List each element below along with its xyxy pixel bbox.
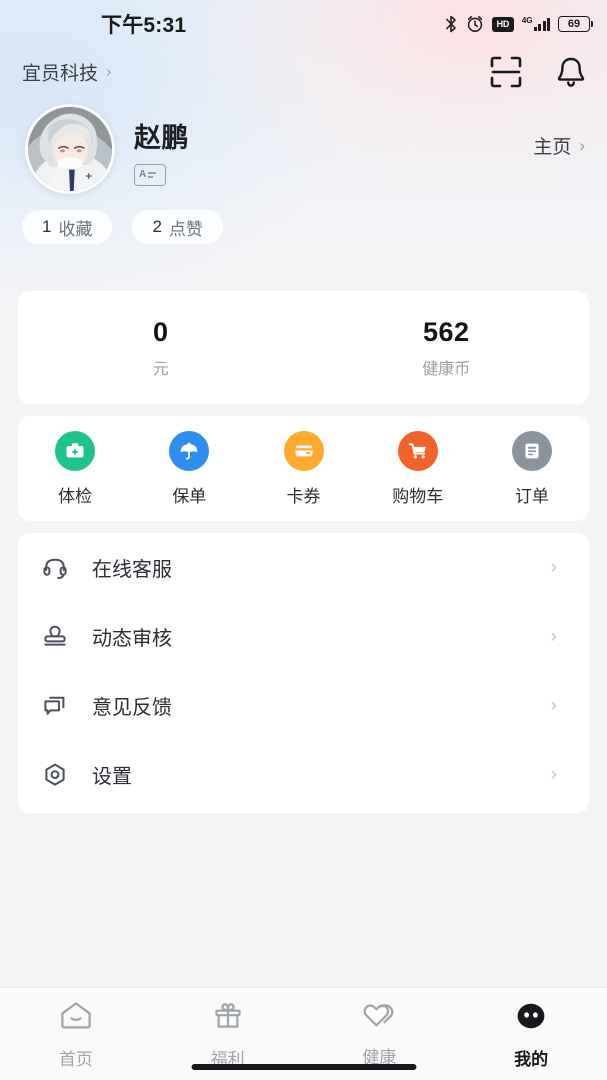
status-icons-group: HD 4G 69 xyxy=(444,15,593,33)
menu-item-label: 设置 xyxy=(92,766,132,788)
status-time: 下午5:31 xyxy=(101,14,187,37)
network-type-label: 4G xyxy=(521,16,533,25)
id-badge-lines xyxy=(148,172,157,178)
quick-action-coupons[interactable]: 卡券 xyxy=(246,430,360,507)
chip-likes[interactable]: 2 点赞 xyxy=(132,210,223,244)
chevron-right-icon: › xyxy=(579,136,585,155)
menu-item-feedback[interactable]: 意见反馈 › xyxy=(40,671,567,740)
order-document-icon xyxy=(511,430,552,471)
double-heart-icon xyxy=(362,1000,396,1035)
tab-label: 首页 xyxy=(58,1050,93,1069)
battery-level-label: 69 xyxy=(567,17,581,30)
quick-action-label: 保单 xyxy=(172,486,207,506)
menu-item-dynamic-review[interactable]: 动态审核 › xyxy=(40,602,567,671)
profile-face-icon xyxy=(515,1000,547,1037)
tab-label: 我的 xyxy=(514,1050,549,1069)
chevron-right-icon: › xyxy=(106,63,112,80)
quick-action-label: 体检 xyxy=(58,486,93,506)
nav-actions xyxy=(489,55,587,89)
menu-item-label: 动态审核 xyxy=(92,628,172,650)
balance-label: 元 xyxy=(152,360,169,378)
balance-value: 0 xyxy=(152,316,169,347)
menu-item-label: 意见反馈 xyxy=(92,697,172,719)
stamp-icon xyxy=(40,624,70,650)
balance-value: 562 xyxy=(422,316,470,347)
alarm-icon xyxy=(466,15,484,33)
gift-icon xyxy=(212,1000,244,1037)
medical-kit-icon xyxy=(55,430,96,471)
chevron-right-icon: › xyxy=(550,626,557,647)
status-bar: 下午5:31 HD 4G 69 xyxy=(0,0,607,48)
menu-list-card: 在线客服 › 动态审核 › 意见反馈 › 设置 › xyxy=(18,533,589,813)
user-name: 赵鹏 xyxy=(134,123,189,153)
quick-action-physical-exam[interactable]: 体检 xyxy=(18,430,132,507)
settings-hexagon-icon xyxy=(40,762,70,788)
top-nav-bar: 宜员科技 › xyxy=(0,48,607,96)
feedback-message-icon xyxy=(40,693,70,719)
menu-item-settings[interactable]: 设置 › xyxy=(40,740,567,809)
bluetooth-icon xyxy=(444,15,458,33)
chevron-right-icon: › xyxy=(550,764,557,785)
shopping-cart-icon xyxy=(397,430,438,471)
home-icon xyxy=(59,1000,93,1037)
signal-icon: 4G xyxy=(522,17,550,31)
chip-count: 2 xyxy=(152,217,162,236)
tab-home[interactable]: 首页 xyxy=(0,988,152,1080)
brand-label: 宜员科技 xyxy=(22,63,99,85)
balance-item-money[interactable]: 0 元 xyxy=(18,291,304,404)
quick-actions-card: 体检 保单 卡券 购物车 订单 xyxy=(18,416,589,521)
quick-action-policy[interactable]: 保单 xyxy=(132,430,246,507)
id-card-badge-icon[interactable]: A xyxy=(134,164,166,186)
menu-item-online-service[interactable]: 在线客服 › xyxy=(40,533,567,602)
bell-icon[interactable] xyxy=(555,55,587,89)
chevron-right-icon: › xyxy=(550,695,557,716)
homepage-link[interactable]: 主页 › xyxy=(533,132,585,159)
avatar-artwork xyxy=(28,107,112,191)
balance-label: 健康币 xyxy=(422,360,471,378)
id-badge-letter: A xyxy=(139,169,147,180)
chip-count: 1 xyxy=(42,217,52,236)
chip-label: 收藏 xyxy=(58,219,93,239)
chip-label: 点赞 xyxy=(168,219,203,239)
signal-bars xyxy=(533,17,550,31)
quick-action-label: 订单 xyxy=(514,486,549,506)
tab-mine[interactable]: 我的 xyxy=(455,988,607,1080)
chevron-right-icon: › xyxy=(550,557,557,578)
home-indicator xyxy=(191,1064,416,1070)
chip-favorites[interactable]: 1 收藏 xyxy=(22,210,113,244)
headset-icon xyxy=(40,555,70,581)
profile-stat-chips: 1 收藏 2 点赞 xyxy=(22,210,223,244)
quick-action-cart[interactable]: 购物车 xyxy=(361,430,475,507)
homepage-label: 主页 xyxy=(533,137,572,158)
profile-name-block: 赵鹏 A xyxy=(134,116,189,186)
quick-action-label: 购物车 xyxy=(392,486,444,506)
quick-action-label: 卡券 xyxy=(286,486,321,506)
brand-selector[interactable]: 宜员科技 › xyxy=(22,59,111,86)
menu-item-label: 在线客服 xyxy=(92,559,172,581)
avatar[interactable] xyxy=(25,104,115,194)
hd-icon: HD xyxy=(491,16,514,32)
umbrella-icon xyxy=(169,430,210,471)
balance-card: 0 元 562 健康币 xyxy=(18,291,589,404)
card-icon xyxy=(283,430,324,471)
battery-icon: 69 xyxy=(558,16,593,32)
scan-icon[interactable] xyxy=(489,55,523,89)
quick-action-orders[interactable]: 订单 xyxy=(475,430,589,507)
balance-item-coins[interactable]: 562 健康币 xyxy=(304,291,590,404)
